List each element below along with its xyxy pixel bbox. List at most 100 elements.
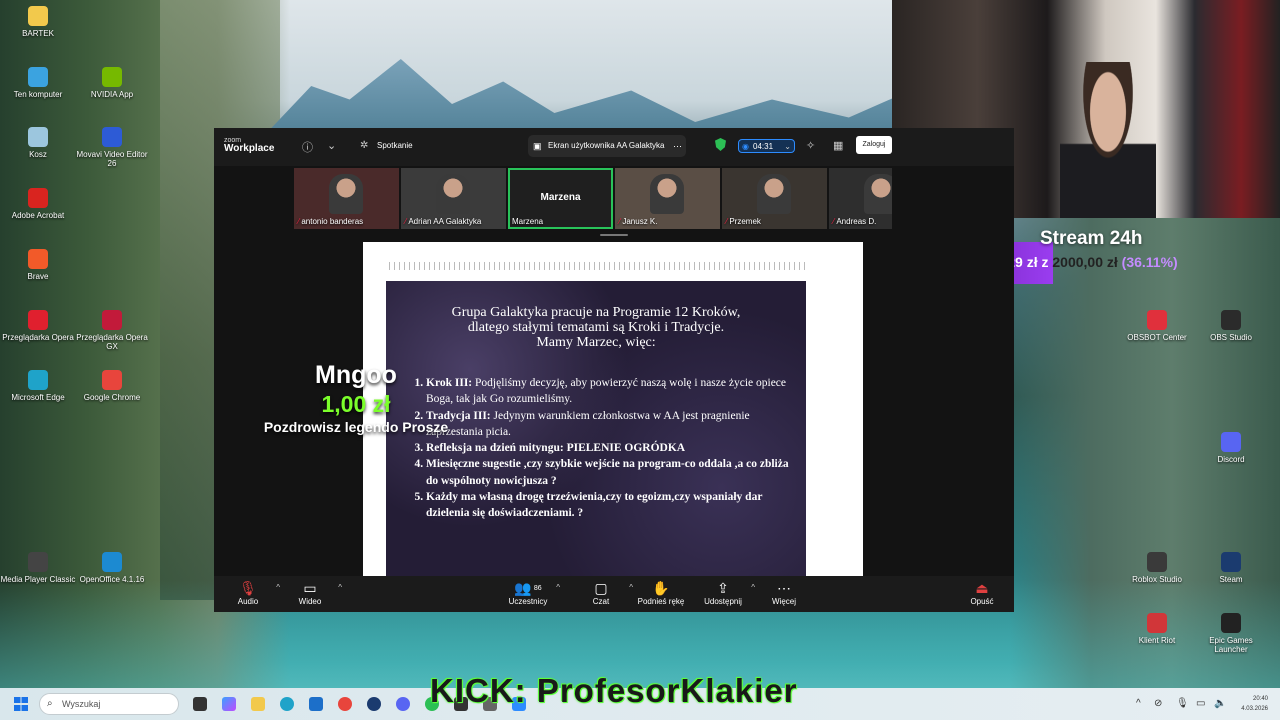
meeting-timer[interactable]: ◉ 04:31 ⌄ (738, 139, 795, 153)
desktop-shortcut[interactable]: Movavi Video Editor 26 (74, 127, 150, 168)
desktop-shortcut[interactable]: Ten komputer (0, 67, 76, 99)
audio-button[interactable]: 🎙 Audio ^ (218, 580, 280, 606)
video-button[interactable]: ▭ Wideo ^ (280, 580, 342, 606)
network-off-icon[interactable]: ⊘ (1154, 698, 1162, 709)
chevron-up-icon[interactable]: ^ (1136, 698, 1141, 709)
raise-hand-icon: ✋ (652, 580, 670, 596)
participant-tile[interactable]: Marzena Marzena (508, 168, 613, 229)
slide-list-item: Refleksja na dzień mityngu: PIELENIE OGR… (426, 440, 801, 456)
leave-label: Opuść (970, 597, 994, 606)
slide-heading-line: Mamy Marzec, więc: (536, 335, 656, 350)
desktop-shortcut-label: Epic Games Launcher (1209, 636, 1253, 654)
participant-tile[interactable]: ⁄ antonio banderas (294, 168, 399, 229)
start-button[interactable] (14, 697, 28, 711)
muted-mic-icon: ⁄ (298, 217, 300, 226)
desktop-shortcut[interactable]: NVIDIA App (74, 67, 150, 99)
desktop-shortcut[interactable]: Steam (1193, 552, 1269, 584)
steam-taskbar-icon[interactable] (367, 697, 381, 711)
participant-video (864, 174, 892, 214)
desktop-shortcut[interactable]: OBS Studio (1193, 310, 1269, 342)
raise-hand-button[interactable]: ✋ Podnieś rękę (631, 580, 691, 606)
video-options-icon[interactable]: ^ (338, 583, 342, 592)
discord-taskbar-icon[interactable] (396, 697, 410, 711)
desktop-shortcut[interactable]: Przeglądarka Opera (0, 310, 76, 342)
nvidia-icon (102, 67, 122, 87)
edge-icon (28, 370, 48, 390)
stream-goal-of: z (1041, 254, 1049, 270)
more-icon: ⋯ (777, 580, 791, 596)
desktop-shortcut[interactable]: Brave (0, 249, 76, 281)
screen-share-indicator[interactable]: ▣ Ekran użytkownika AA Galaktyka ⋯ (528, 135, 686, 157)
desktop-shortcut[interactable]: Przeglądarka Opera GX (74, 310, 150, 351)
clock[interactable]: 20:40 4.03.2026 (1230, 694, 1268, 714)
participants-options-icon[interactable]: ^ (556, 583, 560, 592)
share-label: Udostępnij (704, 597, 742, 606)
participant-tile[interactable]: ⁄ Janusz K. (615, 168, 720, 229)
calendar-icon[interactable]: ▦ (833, 139, 843, 152)
participant-tile[interactable]: ⁄ Adrian AA Galaktyka (401, 168, 506, 229)
slide-list: Krok III: Podjęliśmy decyzję, aby powier… (404, 375, 801, 522)
slide-list-item: Krok III: Podjęliśmy decyzję, aby powier… (426, 375, 801, 408)
task-view-icon[interactable] (193, 697, 207, 711)
desktop-shortcut-label: OpenOffice 4.1.16 (79, 575, 145, 584)
leave-button[interactable]: ⏏ Opuść (952, 580, 1012, 606)
desktop-shortcut[interactable]: Epic Games Launcher (1193, 613, 1269, 654)
recycle-bin-icon (28, 127, 48, 147)
microphone-muted-icon: 🎙 (239, 580, 257, 596)
participant-tile[interactable]: ⁄ Andreas D. (829, 168, 892, 229)
microphone-icon[interactable]: 🎙 (1176, 698, 1189, 709)
more-button[interactable]: ⋯ Więcej (754, 580, 814, 606)
clock-time: 20:40 (1252, 696, 1268, 702)
participant-video (329, 174, 363, 214)
monitor-icon[interactable]: ▭ (1196, 698, 1205, 709)
desktop-shortcut[interactable]: Media Player Classic (0, 552, 76, 584)
share-button[interactable]: ⇪ Udostępnij ^ (693, 580, 755, 606)
copilot-icon[interactable] (222, 697, 236, 711)
participant-name: ⁄ Przemek (726, 217, 761, 226)
raise-hand-label: Podnieś rękę (637, 597, 685, 606)
desktop-shortcut[interactable]: Adobe Acrobat (0, 188, 76, 220)
participant-video (650, 174, 684, 214)
ai-sparkle-icon[interactable]: ✧ (806, 139, 815, 152)
donation-name: Mngoo (315, 361, 397, 389)
chat-button[interactable]: ▢ Czat ^ (571, 580, 633, 606)
desktop-shortcut[interactable]: Google Chrome (74, 370, 150, 402)
desktop-shortcut-label: NVIDIA App (90, 90, 134, 99)
share-screen-icon: ⇪ (717, 580, 729, 596)
slide-item-text: PIELENIE OGRÓDKA (563, 442, 686, 455)
meeting-label[interactable]: Spotkanie (377, 141, 413, 150)
more-options-icon[interactable]: ⋯ (673, 135, 682, 157)
zoom-toolbar: 🎙 Audio ^ ▭ Wideo ^ 👥 86 Uczestnicy ^ ▢ C… (214, 576, 1014, 612)
participants-button[interactable]: 👥 86 Uczestnicy ^ (498, 580, 560, 606)
search-box[interactable]: ⌕ Wyszukaj (39, 693, 179, 715)
desktop-shortcut-label: Movavi Video Editor 26 (76, 150, 148, 168)
screen-icon: ▣ (533, 141, 542, 151)
desktop-shortcut[interactable]: BARTEK (0, 6, 76, 38)
participant-video (436, 174, 470, 214)
info-icon[interactable]: ⓘ (302, 139, 313, 155)
login-button[interactable]: Zaloguj (856, 136, 892, 154)
roblox-icon (1147, 552, 1167, 572)
desktop-shortcut[interactable]: Microsoft Edge (0, 370, 76, 402)
participants-label: Uczestnicy (508, 597, 548, 606)
chevron-down-icon[interactable]: ⌄ (327, 139, 336, 152)
desktop-shortcut[interactable]: Discord (1193, 432, 1269, 464)
volume-icon[interactable]: 🔈 (1214, 698, 1226, 709)
security-shield-icon[interactable] (715, 138, 726, 151)
file-explorer-icon[interactable] (251, 697, 265, 711)
chrome-icon (102, 370, 122, 390)
edge-taskbar-icon[interactable] (280, 697, 294, 711)
leave-icon: ⏏ (975, 580, 989, 596)
participant-strip: ⁄ antonio banderas ⁄ Adrian AA Galaktyka Mar… (294, 168, 892, 230)
desktop-shortcut[interactable]: Klient Riot (1119, 613, 1195, 645)
desktop-shortcut-label: Przeglądarka Opera (2, 333, 74, 342)
desktop-shortcut[interactable]: Roblox Studio (1119, 552, 1195, 584)
desktop-shortcut[interactable]: OpenOffice 4.1.16 (74, 552, 150, 584)
zoom-top-bar: zoom Workplace ⓘ ⌄ ✲ Spotkanie ▣ Ekran u… (214, 128, 1014, 166)
desktop-shortcut[interactable]: Kosz (0, 127, 76, 159)
store-icon[interactable] (309, 697, 323, 711)
chrome-taskbar-icon[interactable] (338, 697, 352, 711)
desktop-shortcut[interactable]: OBSBOT Center (1119, 310, 1195, 342)
participant-tile[interactable]: ⁄ Przemek (722, 168, 827, 229)
strip-resize-handle[interactable] (600, 234, 628, 236)
